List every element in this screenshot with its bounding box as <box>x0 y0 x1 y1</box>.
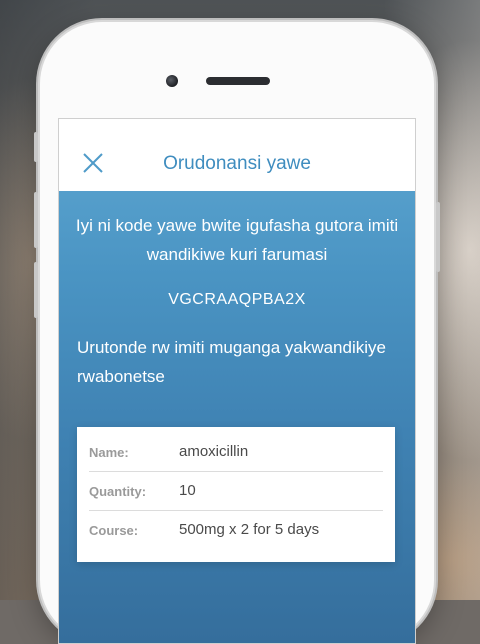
navigation-bar: Orudonansi yawe <box>59 119 415 191</box>
prescription-row-course: Course: 500mg x 2 for 5 days <box>89 511 383 549</box>
row-value: 10 <box>179 482 196 499</box>
mute-switch <box>34 132 38 162</box>
prescription-card: Name: amoxicillin Quantity: 10 Course: 5… <box>77 427 395 562</box>
row-value: 500mg x 2 for 5 days <box>179 521 320 538</box>
row-label: Course: <box>89 523 139 538</box>
earpiece-speaker <box>206 77 270 85</box>
row-label: Quantity: <box>89 484 147 499</box>
prescription-row-name: Name: amoxicillin <box>89 433 383 472</box>
app-screen: Orudonansi yawe Iyi ni kode yawe bwite i… <box>58 118 416 644</box>
row-value: amoxicillin <box>179 443 249 460</box>
volume-up-button <box>34 192 38 248</box>
row-label: Name: <box>89 445 129 460</box>
volume-down-button <box>34 262 38 318</box>
front-camera <box>166 75 178 87</box>
prescription-list-heading: Urutonde rw imiti muganga yakwandikiye r… <box>77 338 386 386</box>
intro-text: Iyi ni kode yawe bwite igufasha gutora i… <box>75 216 399 264</box>
power-button <box>436 202 440 272</box>
page-title: Orudonansi yawe <box>163 153 311 174</box>
prescription-row-quantity: Quantity: 10 <box>89 472 383 511</box>
phone-frame: Orudonansi yawe Iyi ni kode yawe bwite i… <box>34 22 440 644</box>
prescription-code: VGCRAAQPBA2X <box>168 291 306 308</box>
